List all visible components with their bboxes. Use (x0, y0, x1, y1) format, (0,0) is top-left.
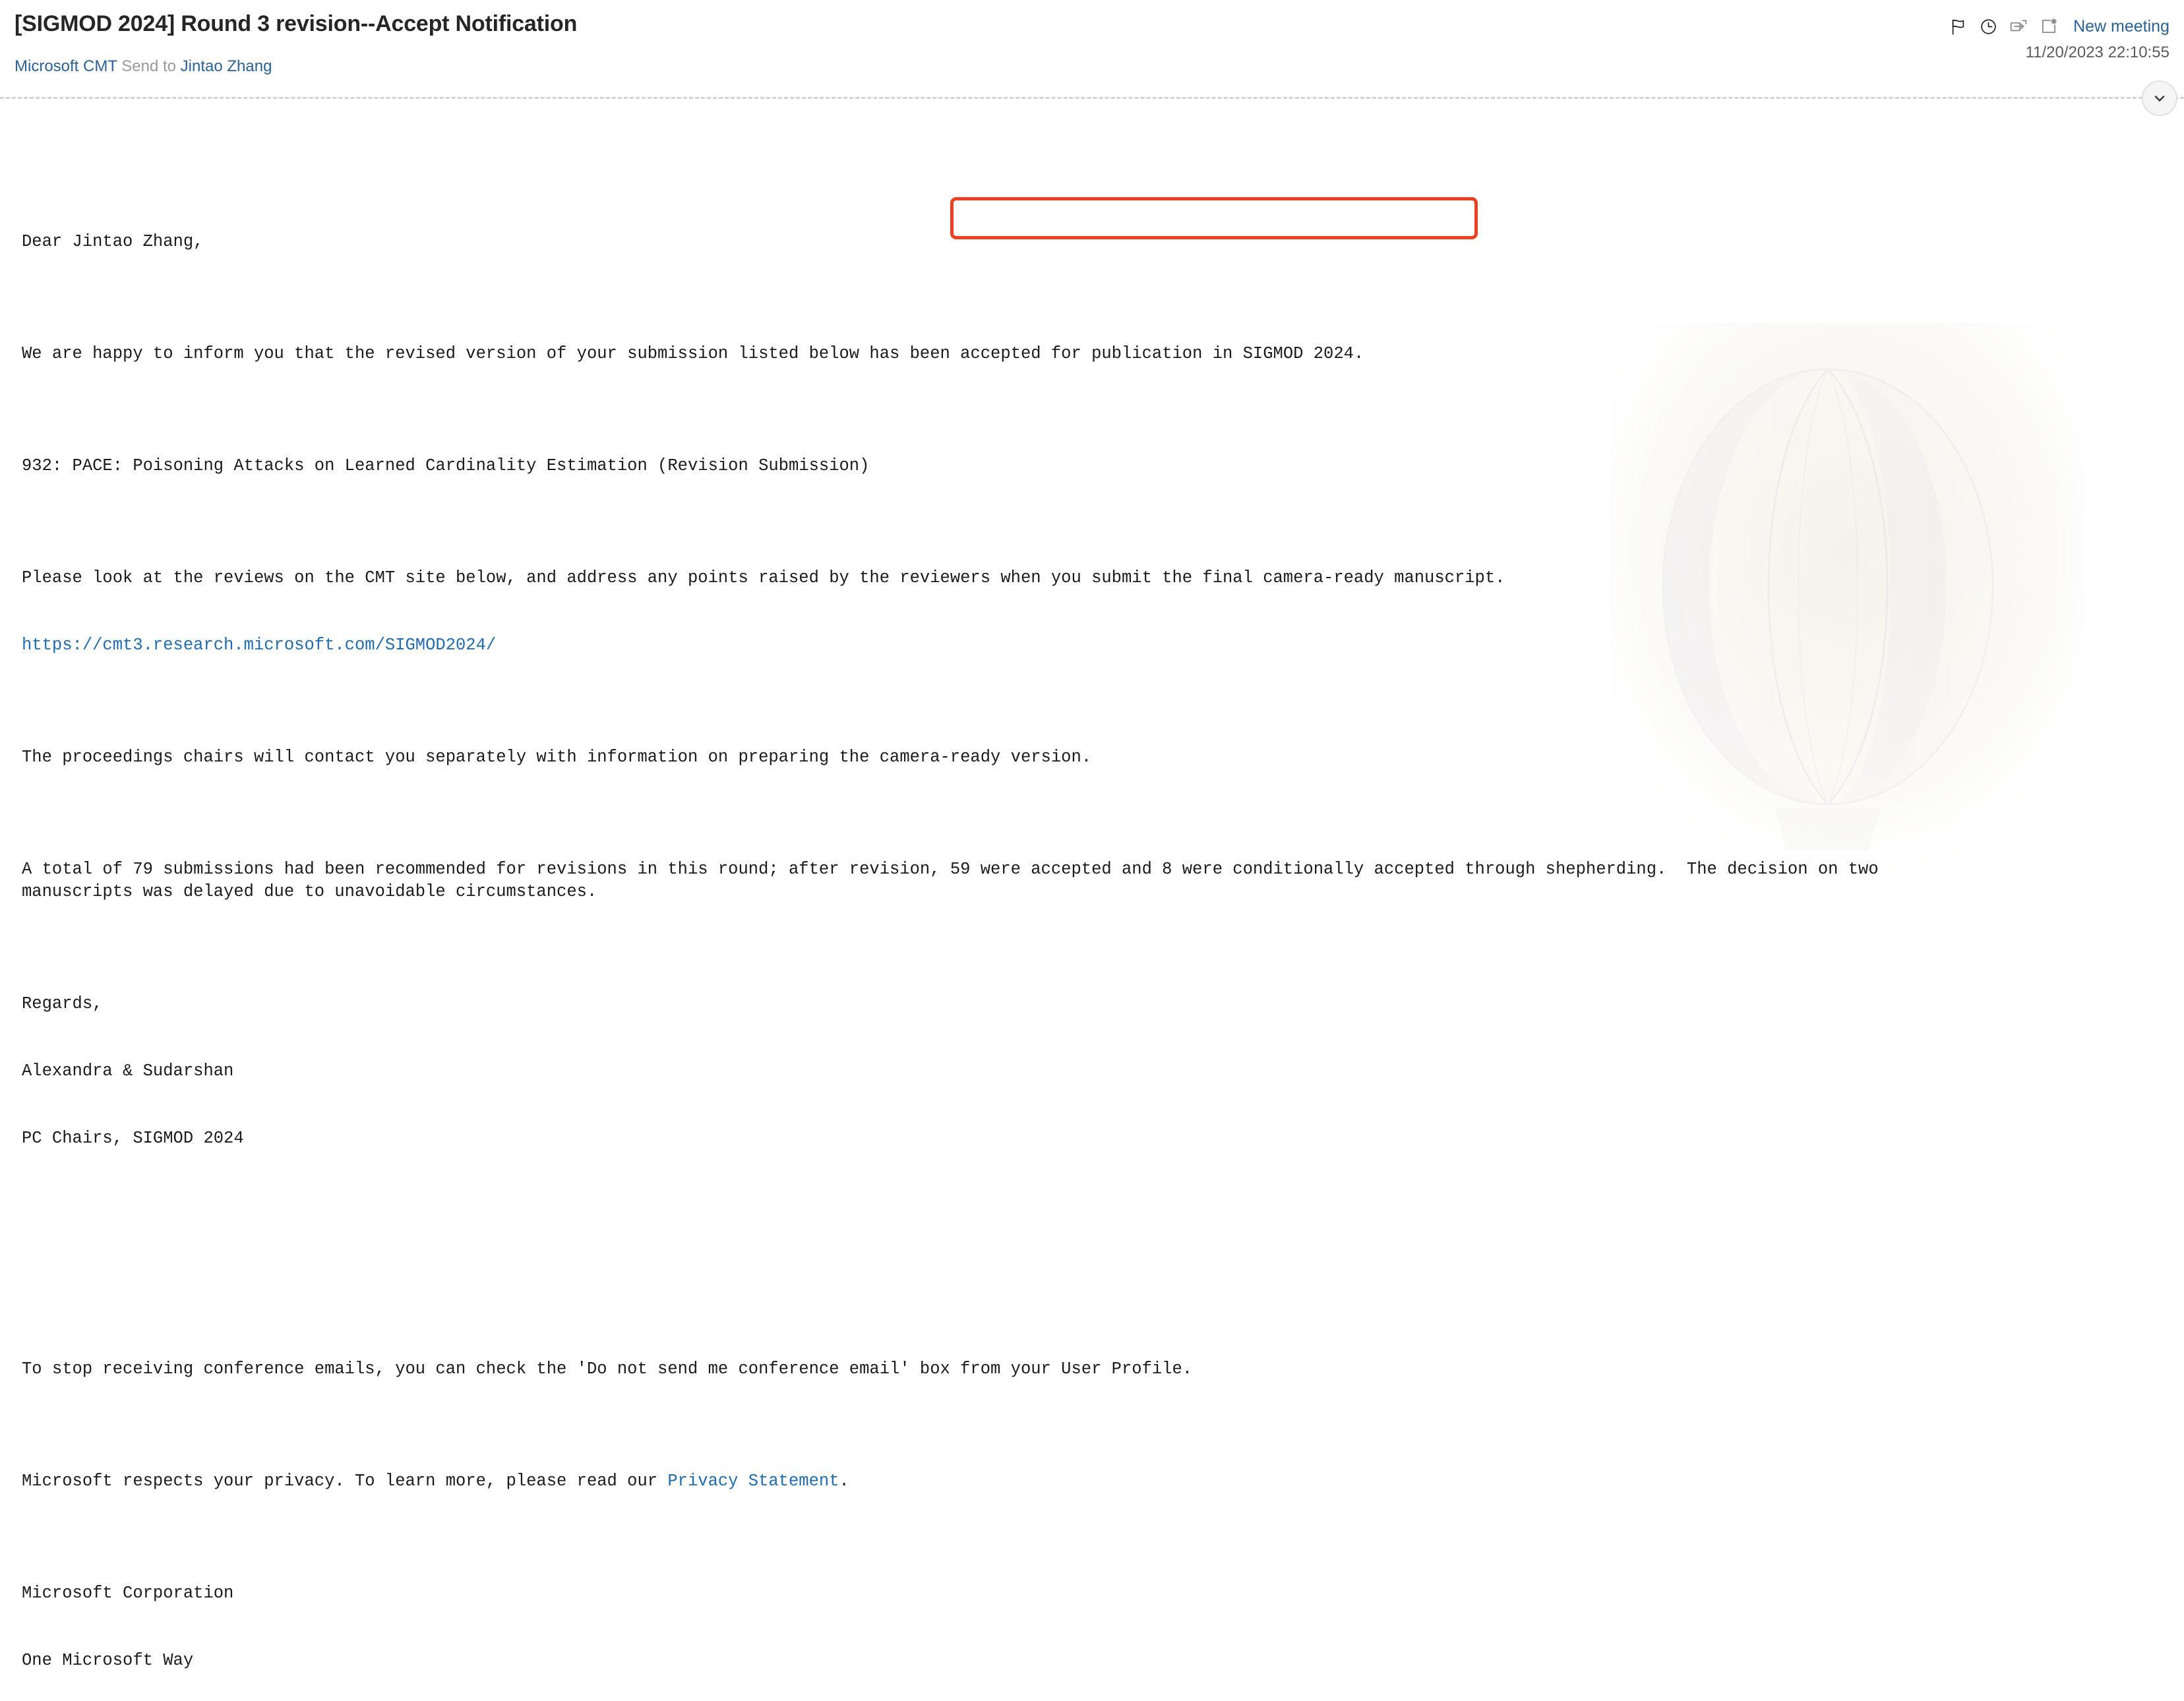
reviews-paragraph: Please look at the reviews on the CMT si… (22, 568, 1505, 587)
sender-recipient-line: Microsoft CMT Send to Jintao Zhang (15, 57, 272, 76)
privacy-text-pre: Microsoft respects your privacy. To lear… (22, 1472, 668, 1491)
recipient-link[interactable]: Jintao Zhang (181, 57, 272, 75)
signoff-regards: Regards, (22, 994, 103, 1013)
send-to-label: Send to (117, 57, 181, 75)
new-window-icon[interactable] (2034, 15, 2064, 38)
sender-link[interactable]: Microsoft CMT (15, 57, 117, 75)
signoff-names: Alexandra & Sudarshan (22, 1061, 234, 1081)
cmt-site-link[interactable]: https://cmt3.research.microsoft.com/SIGM… (22, 636, 496, 655)
acceptance-paragraph: We are happy to inform you that the revi… (22, 343, 2171, 365)
acceptance-highlight-text: has been accepted for publication in SIG… (869, 344, 1364, 363)
privacy-paragraph: Microsoft respects your privacy. To lear… (22, 1470, 2171, 1493)
proceedings-paragraph: The proceedings chairs will contact you … (22, 748, 1092, 767)
header-actions-toolbar: New meeting (1943, 15, 2169, 38)
chevron-down-icon (2152, 90, 2168, 106)
greeting-paragraph: Dear Jintao Zhang, (22, 232, 204, 251)
clock-icon[interactable] (1973, 15, 2003, 38)
new-meeting-link[interactable]: New meeting (2073, 16, 2169, 36)
flag-icon[interactable] (1943, 15, 1973, 38)
forward-icon[interactable] (2003, 15, 2034, 38)
unsubscribe-paragraph: To stop receiving conference emails, you… (22, 1359, 1193, 1379)
header-divider (0, 97, 2184, 99)
privacy-text-post: . (839, 1472, 849, 1491)
email-timestamp: 11/20/2023 22:10:55 (2025, 44, 2169, 61)
statistics-paragraph: A total of 79 submissions had been recom… (22, 860, 1879, 901)
privacy-statement-link[interactable]: Privacy Statement (667, 1472, 839, 1491)
address-line-2: One Microsoft Way (22, 1651, 194, 1670)
page-title: [SIGMOD 2024] Round 3 revision--Accept N… (15, 11, 578, 36)
signoff-role: PC Chairs, SIGMOD 2024 (22, 1129, 244, 1148)
acceptance-text-pre: We are happy to inform you that the revi… (22, 344, 870, 363)
address-line-1: Microsoft Corporation (22, 1584, 234, 1603)
expand-header-button[interactable] (2142, 80, 2177, 116)
cmt-url-paragraph: https://cmt3.research.microsoft.com/SIGM… (22, 634, 2171, 657)
submission-paragraph: 932: PACE: Poisoning Attacks on Learned … (22, 456, 870, 475)
email-body: Dear Jintao Zhang, We are happy to infor… (22, 164, 2171, 1701)
